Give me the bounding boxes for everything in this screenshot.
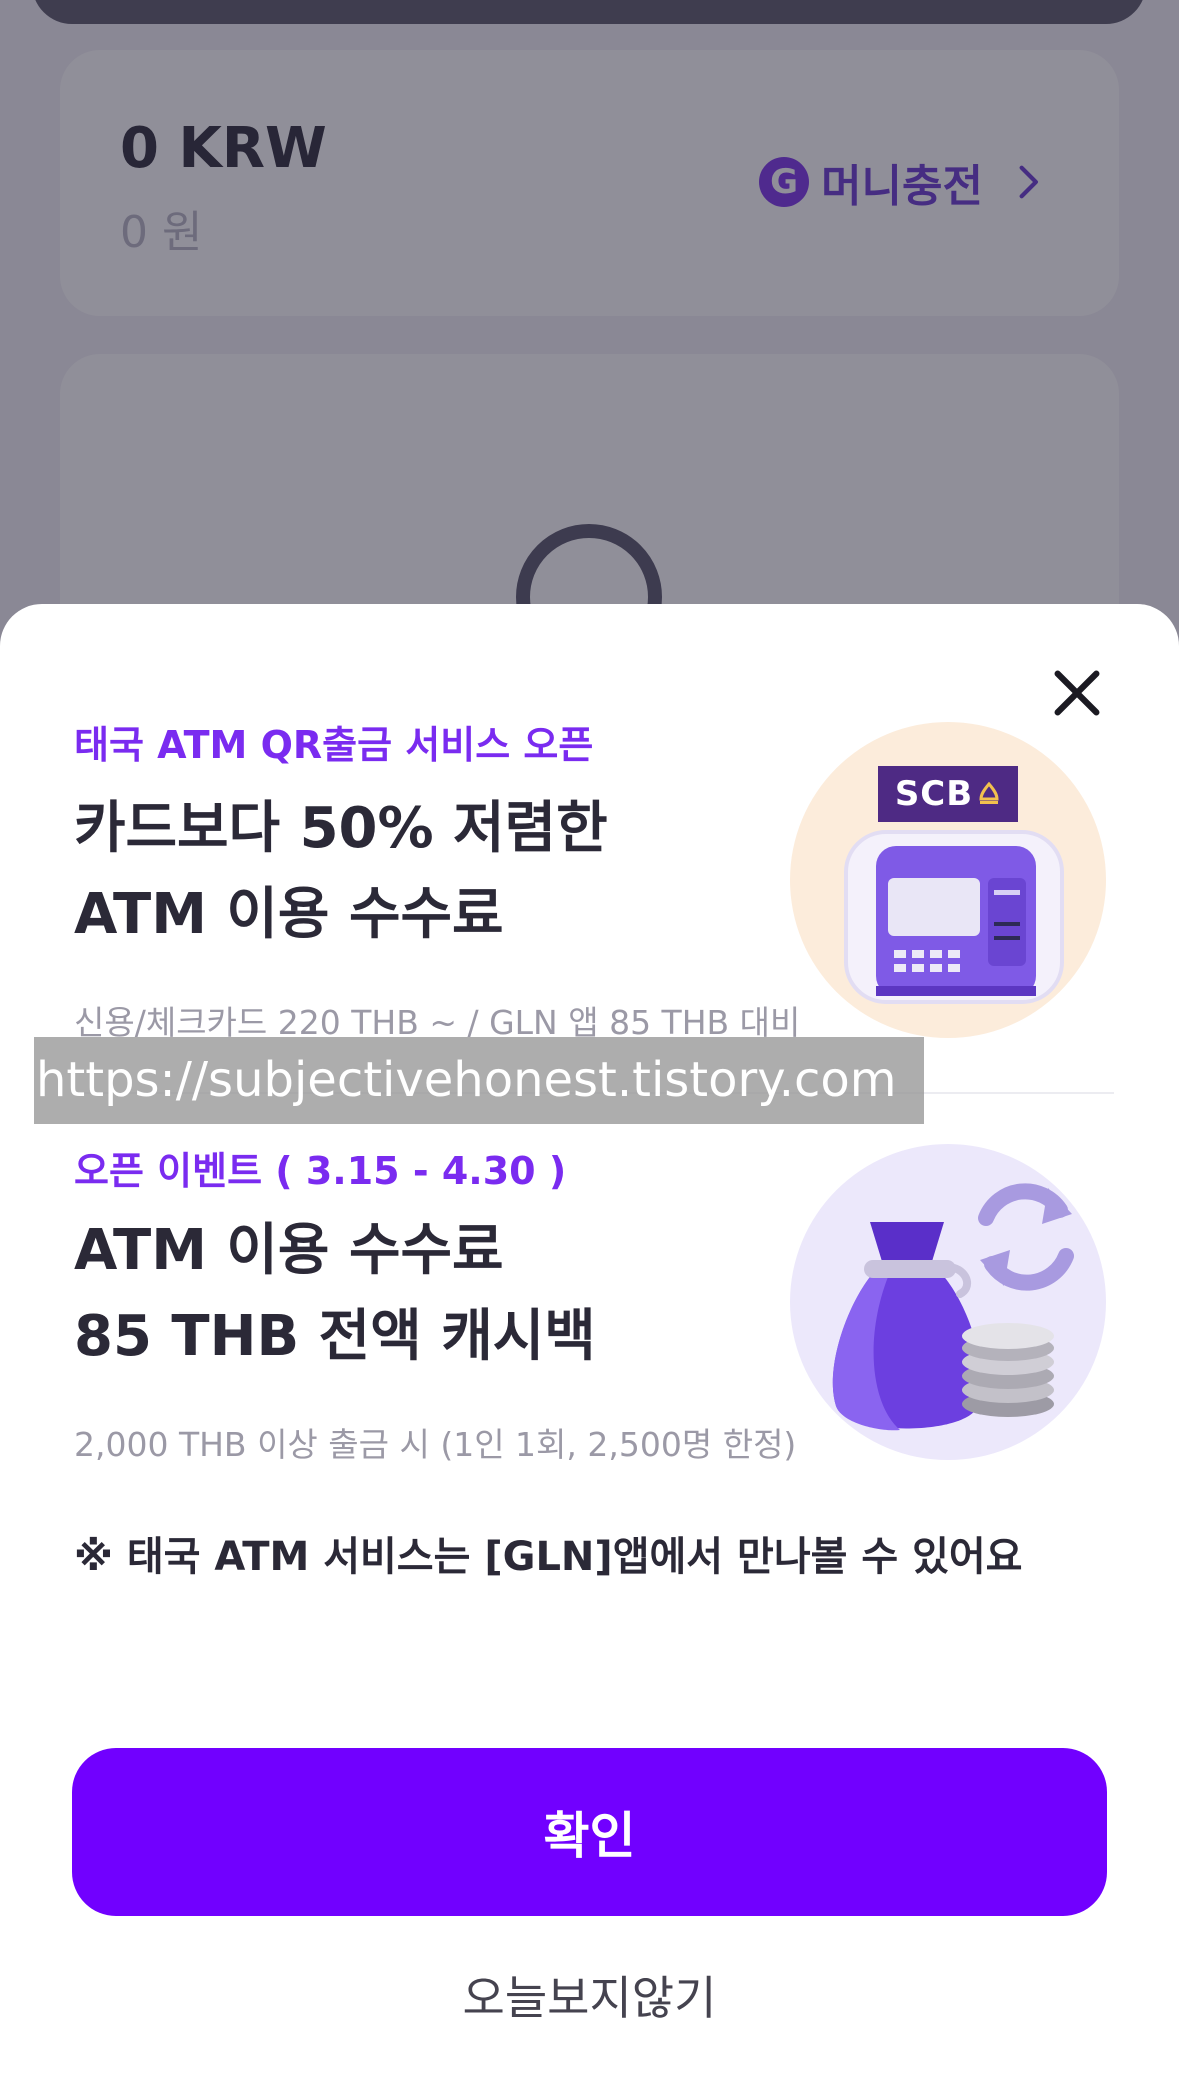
cashback-illustration bbox=[790, 1144, 1106, 1460]
coin-stack-icon bbox=[962, 1323, 1054, 1417]
money-bag-icon bbox=[832, 1222, 982, 1431]
section2-headline-line1: ATM 이용 수수료 bbox=[74, 1218, 504, 1283]
url-watermark: https://subjectivehonest.tistory.com bbox=[34, 1037, 924, 1124]
close-icon[interactable] bbox=[1048, 664, 1106, 722]
gln-app-notice: ※ 태국 ATM 서비스는 [GLN]앱에서 만나볼 수 있어요 bbox=[74, 1534, 1023, 1580]
dont-show-today-link[interactable]: 오늘보지않기 bbox=[0, 1962, 1179, 2028]
scb-emblem-icon bbox=[979, 781, 999, 804]
section2-tag: 오픈 이벤트 ( 3.15 - 4.30 ) bbox=[74, 1149, 567, 1193]
section2-headline-line2: 85 THB 전액 캐시백 bbox=[74, 1304, 596, 1369]
section1-headline-line1: 카드보다 50% 저렴한 bbox=[74, 796, 608, 861]
section1-tag: 태국 ATM QR출금 서비스 오픈 bbox=[74, 723, 594, 767]
scb-logo: SCB bbox=[878, 766, 1018, 822]
section2-subtext: 2,000 THB 이상 출금 시 (1인 1회, 2,500명 한정) bbox=[74, 1425, 797, 1464]
refresh-icon bbox=[978, 1183, 1074, 1291]
confirm-button[interactable]: 확인 bbox=[72, 1748, 1107, 1916]
scb-logo-text: SCB bbox=[894, 774, 974, 814]
section1-headline-line2: ATM 이용 수수료 bbox=[74, 882, 504, 947]
